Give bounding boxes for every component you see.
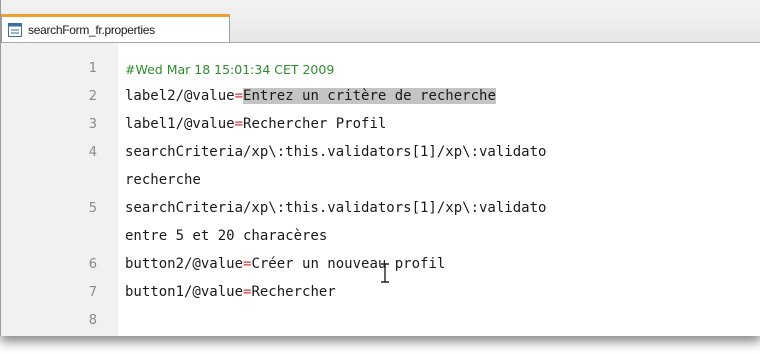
code-editor[interactable]: 1 #Wed Mar 18 15:01:34 CET 2009 2 label2… xyxy=(1,43,760,336)
line-number: 4 xyxy=(88,145,97,160)
code-line[interactable]: 8 xyxy=(1,309,760,331)
comment-text: #Wed Mar 18 15:01:34 CET 2009 xyxy=(125,62,335,77)
selected-property-value: Entrez un critère de recherche xyxy=(243,88,496,104)
code-line-wrap[interactable]: recherche xyxy=(1,169,760,191)
line-number: 6 xyxy=(88,257,97,272)
code-line[interactable]: 5 searchCriteria/xp\:this.validators[1]/… xyxy=(1,197,760,219)
line-number: 1 xyxy=(88,61,97,76)
equals-sign: = xyxy=(234,88,244,104)
property-key: label2/@value xyxy=(125,88,235,104)
editor-window: searchForm_fr.properties 1 #Wed Mar 18 1… xyxy=(0,0,760,336)
code-line[interactable]: 1 #Wed Mar 18 15:01:34 CET 2009 xyxy=(1,57,760,79)
property-value: Créer un nouveau profil xyxy=(251,256,446,272)
code-line[interactable]: 3 label1/@value=Rechercher Profil xyxy=(1,113,760,135)
code-line-wrap[interactable]: entre 5 et 20 characères xyxy=(1,225,760,247)
line-number: 3 xyxy=(88,117,97,132)
equals-sign: = xyxy=(234,116,244,132)
code-line[interactable]: 4 searchCriteria/xp\:this.validators[1]/… xyxy=(1,141,760,163)
property-key: searchCriteria/xp\:this.validators[1]/xp… xyxy=(125,200,547,216)
property-key: searchCriteria/xp\:this.validators[1]/xp… xyxy=(125,144,547,160)
property-key: button2/@value xyxy=(125,256,244,272)
property-value-continuation: entre 5 et 20 characères xyxy=(125,228,328,244)
line-number: 8 xyxy=(88,313,97,328)
tab-strip: searchForm_fr.properties xyxy=(1,0,760,43)
properties-file-icon xyxy=(8,22,22,37)
property-value: Rechercher xyxy=(251,284,336,300)
property-key: button1/@value xyxy=(125,284,244,300)
tab-label: searchForm_fr.properties xyxy=(28,22,155,37)
line-number: 5 xyxy=(88,201,97,216)
line-number: 7 xyxy=(88,285,97,300)
line-number: 2 xyxy=(88,89,97,104)
code-line[interactable]: 7 button1/@value=Rechercher xyxy=(1,281,760,303)
property-value-continuation: recherche xyxy=(125,172,201,188)
tab-searchform-fr-properties[interactable]: searchForm_fr.properties xyxy=(1,14,230,42)
property-key: label1/@value xyxy=(125,116,235,132)
text-cursor-icon xyxy=(381,263,389,283)
property-value: Rechercher Profil xyxy=(243,116,387,132)
code-line[interactable]: 2 label2/@value=Entrez un critère de rec… xyxy=(1,85,760,107)
